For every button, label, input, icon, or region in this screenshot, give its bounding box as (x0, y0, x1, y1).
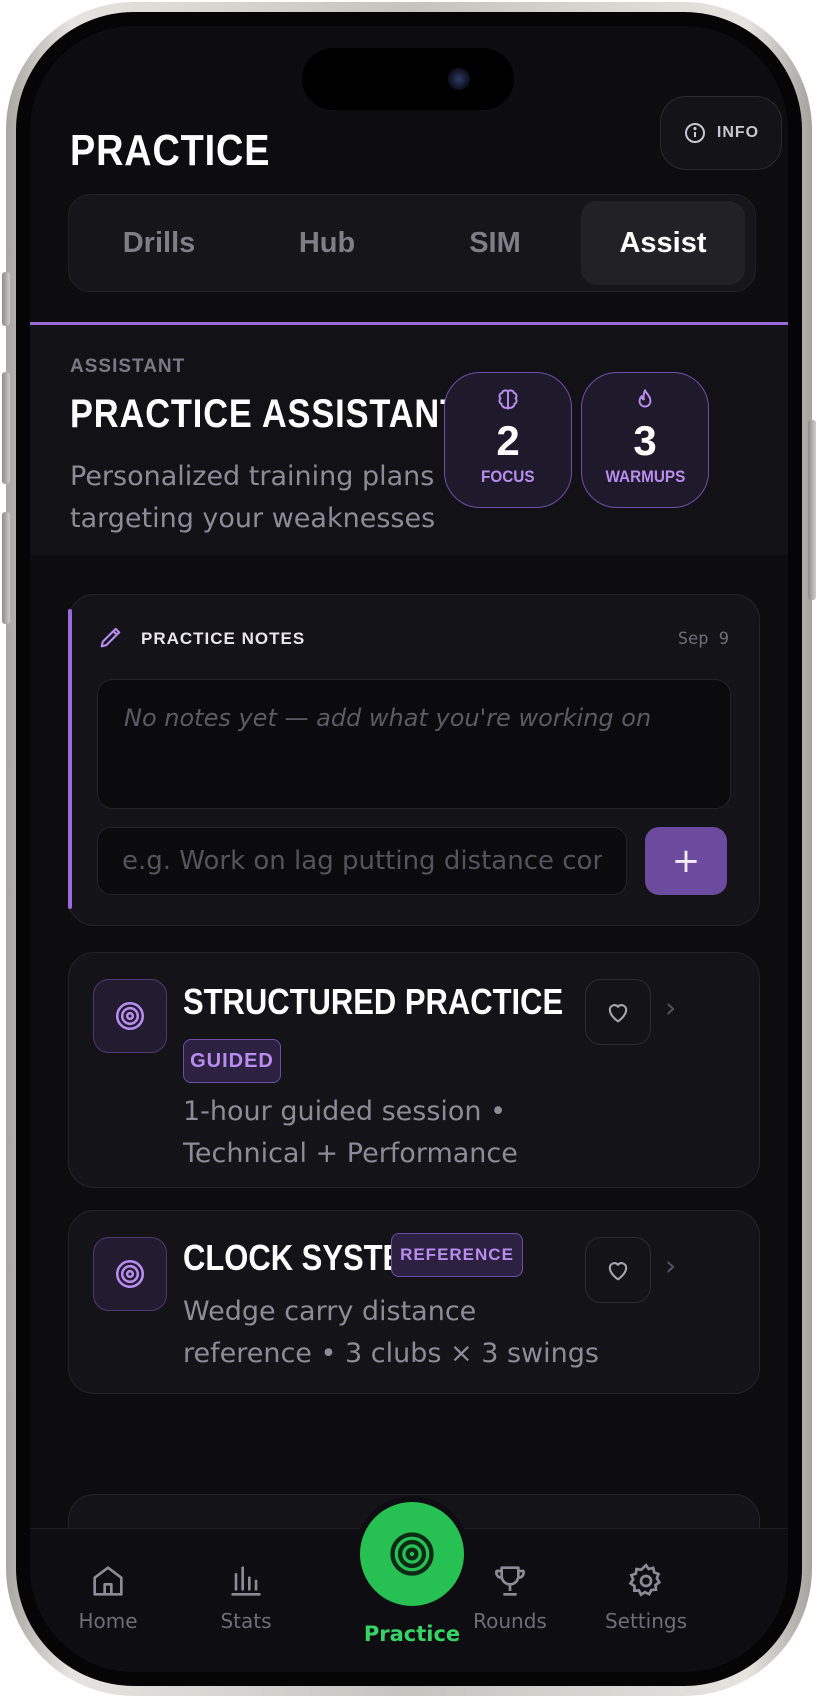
stat-warmups-value: 3 (633, 417, 657, 464)
card-badge: REFERENCE (391, 1233, 523, 1277)
nav-settings[interactable]: Settings (586, 1561, 706, 1633)
nav-settings-label: Settings (604, 1609, 688, 1633)
segmented-tabs: Drills Hub SIM Assist (68, 194, 756, 292)
target-icon (115, 1001, 145, 1031)
info-button[interactable]: INFO (660, 96, 782, 170)
stat-warmups[interactable]: 3 WARMUPS (581, 372, 709, 508)
hero-title: PRACTICE ASSISTANT (70, 392, 462, 436)
favorite-button[interactable] (585, 979, 651, 1045)
card-title: STRUCTURED PRACTICE (183, 981, 564, 1022)
brain-icon (498, 389, 518, 410)
add-note-button[interactable]: + (645, 827, 727, 895)
screen: PRACTICE INFO Drills Hub SIM Assist ASSI… (30, 26, 788, 1672)
pencil-icon (100, 627, 121, 648)
flame-icon (638, 389, 652, 408)
hero-subtitle: Personalized training plans targeting yo… (70, 461, 436, 534)
info-label: INFO (716, 124, 760, 141)
chevron-right-icon: › (665, 1249, 677, 1282)
structured-practice-card[interactable]: STRUCTURED PRACTICE GUIDED 1-hour guided… (68, 952, 760, 1188)
nav-practice-button[interactable] (360, 1502, 464, 1606)
power-button (808, 420, 816, 600)
card-description: Wedge carry distance reference • 3 clubs… (183, 1296, 599, 1369)
nav-stats[interactable]: Stats (186, 1561, 306, 1633)
info-icon (684, 123, 705, 143)
home-icon (93, 1566, 123, 1596)
volume-up-button (2, 372, 10, 484)
trophy-icon (495, 1566, 525, 1596)
card-icon (93, 979, 167, 1053)
chevron-right-icon: › (665, 991, 677, 1024)
tab-drills[interactable]: Drills (77, 201, 241, 285)
action-button (2, 272, 10, 326)
card-description: 1-hour guided session • Technical + Perf… (183, 1096, 518, 1169)
card-badge: GUIDED (183, 1039, 281, 1083)
tab-sim[interactable]: SIM (413, 201, 577, 285)
page-title: PRACTICE (70, 126, 271, 175)
notes-empty-text: No notes yet — add what you're working o… (124, 704, 652, 732)
notes-date: Sep 9 (677, 629, 729, 649)
dynamic-island (302, 48, 514, 110)
heart-icon (608, 1262, 628, 1281)
favorite-button[interactable] (585, 1237, 651, 1303)
nav-home-label: Home (78, 1609, 138, 1633)
practice-notes-card: PRACTICE NOTES Sep 9 No notes yet — add … (68, 594, 760, 926)
hero-kicker: ASSISTANT (70, 356, 186, 377)
volume-down-button (2, 512, 10, 624)
stat-focus-value: 2 (496, 417, 520, 464)
notes-list: No notes yet — add what you're working o… (97, 679, 731, 809)
bar-chart-icon (231, 1566, 261, 1596)
nav-stats-label: Stats (220, 1609, 272, 1633)
camera-icon (448, 68, 470, 90)
heart-icon (608, 1004, 628, 1023)
gear-icon (628, 1563, 662, 1597)
target-icon (390, 1532, 434, 1576)
nav-practice-label: Practice (363, 1622, 461, 1646)
target-icon (115, 1259, 145, 1289)
card-icon (93, 1237, 167, 1311)
clock-system-card[interactable]: CLOCK SYSTEM REFERENCE Wedge carry dista… (68, 1210, 760, 1394)
nav-home[interactable]: Home (48, 1561, 168, 1633)
tab-hub[interactable]: Hub (245, 201, 409, 285)
tab-assist[interactable]: Assist (581, 201, 745, 285)
notes-heading: PRACTICE NOTES (141, 629, 306, 648)
stat-focus[interactable]: 2 FOCUS (444, 372, 572, 508)
stat-warmups-label: WARMUPS (605, 467, 685, 486)
notes-accent-bar (68, 609, 72, 909)
note-input[interactable] (97, 827, 627, 895)
stat-focus-label: FOCUS (481, 467, 535, 486)
